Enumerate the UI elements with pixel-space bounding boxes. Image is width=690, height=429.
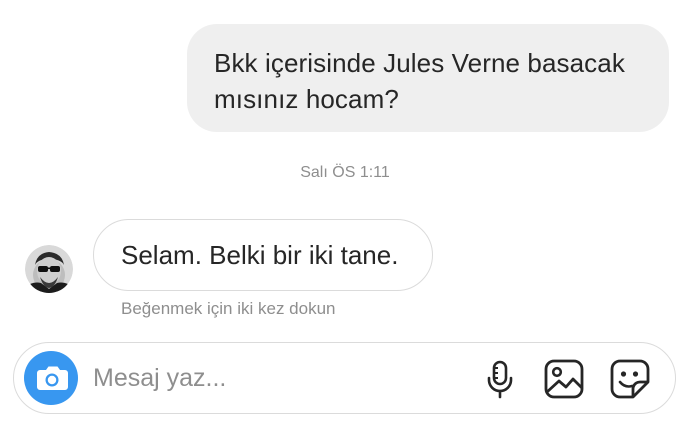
double-tap-to-like-hint: Beğenmek için iki kez dokun — [121, 299, 336, 318]
camera-icon — [37, 366, 68, 390]
microphone-icon — [487, 360, 513, 399]
outgoing-message-bubble[interactable]: Bkk içerisinde Jules Verne basacak mısın… — [187, 24, 669, 132]
incoming-message-bubble[interactable]: Selam. Belki bir iki tane. — [93, 219, 433, 291]
incoming-message-text: Selam. Belki bir iki tane. — [121, 240, 399, 270]
sticker-button[interactable] — [609, 358, 651, 400]
chat-screen: Bkk içerisinde Jules Verne basacak mısın… — [0, 0, 690, 429]
camera-button[interactable] — [24, 351, 78, 405]
sticker-icon — [610, 359, 650, 399]
avatar[interactable] — [25, 245, 73, 293]
outgoing-message-text: Bkk içerisinde Jules Verne basacak mısın… — [214, 48, 625, 114]
avatar-image — [25, 245, 73, 293]
message-composer — [13, 342, 676, 414]
microphone-button[interactable] — [479, 358, 521, 400]
message-input[interactable] — [93, 343, 453, 413]
gallery-button[interactable] — [543, 358, 585, 400]
message-timestamp: Salı ÖS 1:11 — [300, 164, 390, 181]
image-icon — [544, 359, 584, 399]
